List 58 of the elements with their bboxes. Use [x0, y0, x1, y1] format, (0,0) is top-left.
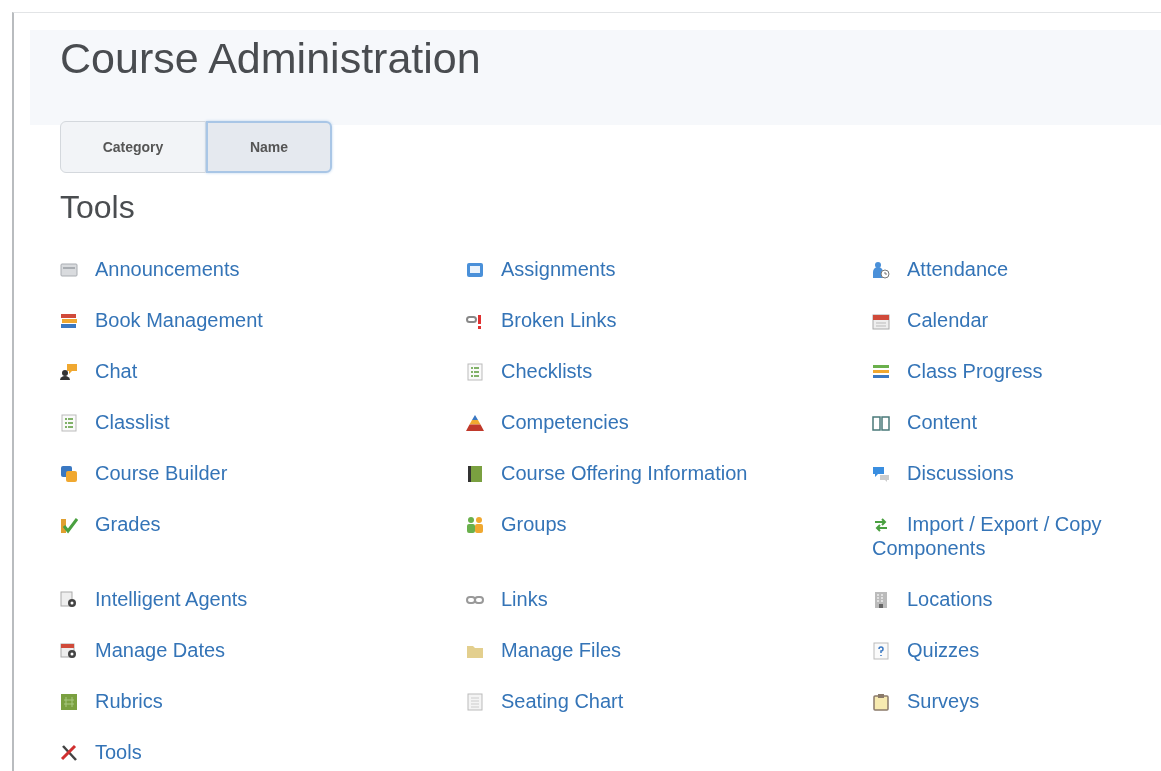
person-clock-icon	[872, 261, 890, 279]
tool-link[interactable]: Assignments	[466, 257, 616, 281]
check-icon	[60, 516, 78, 534]
speech-bubbles-icon	[872, 465, 890, 483]
clipboard-icon	[872, 693, 890, 711]
tool-link[interactable]: Discussions	[872, 461, 1014, 485]
tool-link[interactable]: Checklists	[466, 359, 593, 383]
window-icon	[60, 261, 78, 279]
book-icon	[466, 465, 484, 483]
tool-link[interactable]: Quizzes	[872, 638, 980, 662]
arrows-icon	[872, 516, 890, 534]
grid-square-icon	[60, 693, 78, 711]
list-icon	[60, 414, 78, 432]
tool-link[interactable]: Broken Links	[466, 308, 617, 332]
tool-link[interactable]: Links	[466, 587, 548, 611]
view-tab[interactable]: Category	[60, 121, 206, 173]
tool-link[interactable]: Classlist	[60, 410, 170, 434]
tool-link[interactable]: Import / Export / Copy Components	[872, 512, 1137, 560]
tool-link[interactable]: Intelligent Agents	[60, 587, 248, 611]
tool-link[interactable]: Calendar	[872, 308, 989, 332]
page-title: Course Administration	[60, 33, 481, 84]
building-icon	[872, 591, 890, 609]
tool-link[interactable]: Seating Chart	[466, 689, 624, 713]
chat-icon	[60, 363, 78, 381]
list-icon	[466, 363, 484, 381]
tool-link[interactable]: Manage Files	[466, 638, 622, 662]
tool-link[interactable]: Class Progress	[872, 359, 1043, 383]
tool-link[interactable]: Attendance	[872, 257, 1009, 281]
broken-chain-icon	[466, 312, 484, 330]
tool-link[interactable]: Manage Dates	[60, 638, 226, 662]
view-tab[interactable]: Name	[206, 121, 332, 173]
tool-link[interactable]: Course Builder	[60, 461, 228, 485]
tool-link[interactable]: Grades	[60, 512, 161, 536]
tool-link[interactable]: Book Management	[60, 308, 263, 332]
document-gear-icon	[60, 591, 78, 609]
tool-link[interactable]: Chat	[60, 359, 138, 383]
section-heading: Tools	[60, 188, 136, 227]
tool-link[interactable]: Groups	[466, 512, 567, 536]
tool-link[interactable]: Course Offering Information	[466, 461, 748, 485]
tool-link[interactable]: Announcements	[60, 257, 240, 281]
people-icon	[466, 516, 484, 534]
grid-document-icon	[466, 693, 484, 711]
progress-bars-icon	[872, 363, 890, 381]
tool-link[interactable]: Locations	[872, 587, 993, 611]
stacked-squares-icon	[60, 465, 78, 483]
calendar-icon	[872, 312, 890, 330]
tool-link[interactable]: Rubrics	[60, 689, 163, 713]
open-book-icon	[872, 414, 890, 432]
question-document-icon	[872, 642, 890, 660]
monitor-icon	[466, 261, 484, 279]
calendar-gear-icon	[60, 642, 78, 660]
pyramid-icon	[466, 414, 484, 432]
books-icon	[60, 312, 78, 330]
tool-link[interactable]: Content	[872, 410, 978, 434]
tool-link[interactable]: Tools	[60, 740, 142, 764]
tool-link[interactable]: Competencies	[466, 410, 629, 434]
tool-link[interactable]: Surveys	[872, 689, 980, 713]
crossed-tools-icon	[60, 744, 78, 762]
